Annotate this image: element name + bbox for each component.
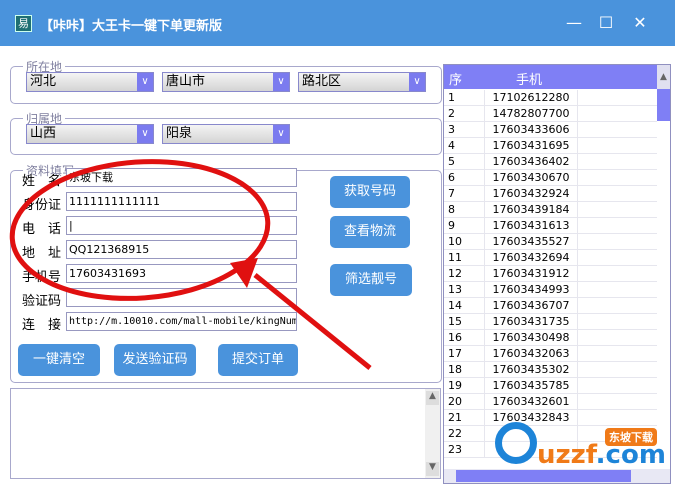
watermark-text: uzzf.com: [537, 440, 666, 470]
arrow-line: [253, 273, 372, 370]
highlight-ellipse: [9, 159, 271, 301]
watermark-logo: 东坡下载 uzzf.com: [495, 420, 675, 480]
watermark-mark: [495, 422, 537, 464]
annotation-overlay: [9, 159, 372, 370]
